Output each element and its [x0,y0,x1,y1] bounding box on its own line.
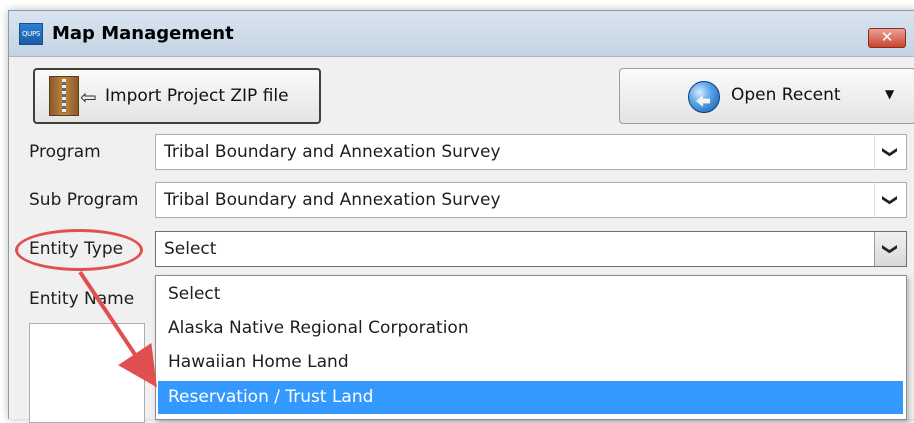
import-project-zip-button[interactable]: ⇦ Import Project ZIP file [33,68,321,124]
sub-program-select[interactable]: Tribal Boundary and Annexation Survey ❯ [155,182,907,218]
annotation-highlight-ellipse [15,229,143,271]
chevron-down-icon[interactable]: ❯ [874,232,906,266]
chevron-down-icon[interactable]: ❯ [874,135,906,169]
entity-type-dropdown-list: Select Alaska Native Regional Corporatio… [155,275,907,420]
sub-program-label: Sub Program [29,190,139,210]
globe-icon [688,81,720,113]
program-value: Tribal Boundary and Annexation Survey [164,142,501,162]
close-button[interactable]: ✕ [868,28,906,48]
chevron-down-icon[interactable]: ▼ [885,87,894,101]
zip-file-icon [49,76,79,116]
open-recent-label: Open Recent [731,85,841,105]
dropdown-option-select[interactable]: Select [158,278,903,311]
close-icon: ✕ [880,28,894,46]
program-label: Program [29,142,101,162]
entity-name-label: Entity Name [29,289,135,309]
program-select[interactable]: Tribal Boundary and Annexation Survey ❯ [155,134,907,170]
dropdown-option-reservation-trust-land[interactable]: Reservation / Trust Land [158,381,903,414]
open-recent-button[interactable]: Open Recent ▼ [619,68,914,124]
window-title: Map Management [52,23,234,44]
sub-program-value: Tribal Boundary and Annexation Survey [164,190,501,210]
entity-type-select[interactable]: Select ❯ [155,231,907,267]
chevron-down-icon[interactable]: ❯ [874,183,906,217]
entity-type-value: Select [164,239,217,259]
title-bar: QUPS Map Management ✕ [9,11,914,57]
entity-name-list[interactable] [29,323,145,423]
arrow-left-icon: ⇦ [80,85,97,109]
import-button-label: Import Project ZIP file [105,86,289,106]
map-management-window: QUPS Map Management ✕ ⇦ Import Project Z… [8,10,914,423]
app-icon: QUPS [19,23,43,45]
dropdown-option-hawaiian-home-land[interactable]: Hawaiian Home Land [158,346,903,379]
dropdown-option-alaska-native-regional-corporation[interactable]: Alaska Native Regional Corporation [158,312,903,345]
